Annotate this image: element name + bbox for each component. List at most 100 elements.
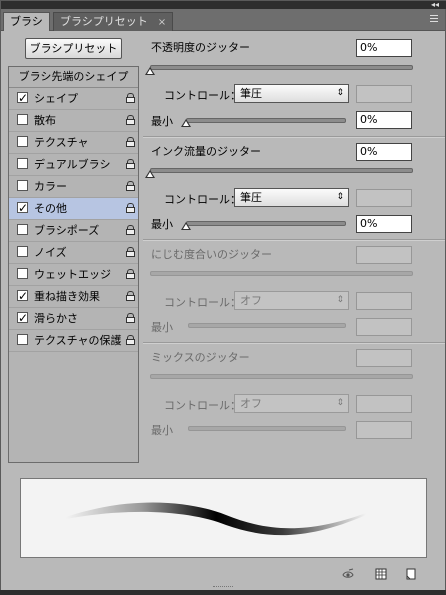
mix-control-label: コントロール： xyxy=(164,399,241,412)
flow-control-select[interactable]: 筆圧 ⇕ xyxy=(234,188,349,207)
list-item[interactable]: ウェットエッジ xyxy=(9,264,138,286)
lock-icon[interactable] xyxy=(126,203,135,214)
list-item[interactable]: ✓ 重ね描き効果 xyxy=(9,286,138,308)
grid-icon[interactable] xyxy=(375,568,387,580)
lock-icon[interactable] xyxy=(126,159,135,170)
wetness-control-value: オフ xyxy=(240,294,262,307)
lock-icon[interactable] xyxy=(126,115,135,126)
list-item[interactable]: ✓ 滑らかさ xyxy=(9,308,138,330)
tab-brush-presets[interactable]: ブラシプリセット × xyxy=(53,12,174,31)
lock-icon[interactable] xyxy=(126,313,135,324)
mix-jitter-slider xyxy=(150,374,413,379)
section-divider xyxy=(143,342,445,344)
list-item[interactable]: テクスチャ xyxy=(9,132,138,154)
list-item[interactable]: テクスチャの保護 xyxy=(9,330,138,352)
checkbox[interactable]: ✓ xyxy=(17,311,28,325)
lock-icon[interactable] xyxy=(126,225,135,236)
lock-icon[interactable] xyxy=(126,291,135,302)
list-item[interactable]: デュアルブラシ xyxy=(9,154,138,176)
lock-icon[interactable] xyxy=(126,137,135,148)
flow-min-slider[interactable] xyxy=(186,221,346,226)
mix-jitter-field xyxy=(356,349,412,367)
opacity-min-slider-thumb[interactable] xyxy=(181,119,191,127)
list-item-label: テクスチャ xyxy=(34,136,89,149)
checkmark-icon: ✓ xyxy=(18,311,29,325)
opacity-jitter-slider[interactable] xyxy=(150,65,413,70)
brush-stroke-image xyxy=(66,502,366,536)
checkbox[interactable]: ✓ xyxy=(17,201,28,215)
panel-menu-icon[interactable] xyxy=(427,13,441,25)
lock-icon[interactable] xyxy=(126,247,135,258)
tab-brush-presets-label: ブラシプリセット xyxy=(60,15,148,28)
wetness-jitter-field xyxy=(356,246,412,264)
status-bar xyxy=(1,565,445,583)
brush-panel: ◂◂ ブラシ ブラシプリセット × ブラシプリセット ブラシ先端のシェイプ ✓ シェ… xyxy=(0,0,446,595)
flow-jitter-slider[interactable] xyxy=(150,168,413,173)
checkbox[interactable] xyxy=(17,136,28,147)
opacity-control-value: 筆圧 xyxy=(240,87,262,100)
brush-eye-icon[interactable] xyxy=(342,568,354,580)
wetness-control-field xyxy=(356,292,412,310)
dropdown-arrow-icon: ⇕ xyxy=(336,192,344,202)
checkmark-icon: ✓ xyxy=(18,201,29,215)
list-item-label: ブラシポーズ xyxy=(34,224,100,237)
flow-min-slider-thumb[interactable] xyxy=(181,222,191,230)
checkbox[interactable] xyxy=(17,114,28,125)
list-item[interactable]: 散布 xyxy=(9,110,138,132)
brush-presets-button[interactable]: ブラシプリセット xyxy=(25,38,122,59)
checkbox[interactable] xyxy=(17,180,28,191)
brush-stroke-preview xyxy=(20,478,427,558)
lock-icon[interactable] xyxy=(126,269,135,280)
flow-min-field[interactable]: 0% xyxy=(356,215,412,233)
flow-jitter-field[interactable]: 0% xyxy=(356,143,412,161)
brush-tip-shape-item[interactable]: ブラシ先端のシェイプ xyxy=(9,67,138,88)
mix-control-field xyxy=(356,395,412,413)
lock-icon[interactable] xyxy=(126,335,135,346)
flow-control-label: コントロール： xyxy=(164,193,241,206)
checkbox[interactable] xyxy=(17,158,28,169)
bottom-strip xyxy=(0,590,446,595)
opacity-control-select[interactable]: 筆圧 ⇕ xyxy=(234,84,349,103)
tab-bar: ブラシ ブラシプリセット × xyxy=(1,9,445,31)
checkmark-icon: ✓ xyxy=(18,289,29,303)
list-item[interactable]: カラー xyxy=(9,176,138,198)
panel-top-strip: ◂◂ xyxy=(1,0,446,9)
list-item[interactable]: ブラシポーズ xyxy=(9,220,138,242)
lock-icon[interactable] xyxy=(126,181,135,192)
checkbox[interactable] xyxy=(17,224,28,235)
opacity-min-slider[interactable] xyxy=(186,118,346,123)
list-item-label: その他 xyxy=(34,202,67,215)
mix-control-select: オフ ⇕ xyxy=(234,394,349,413)
tab-brush[interactable]: ブラシ xyxy=(3,12,50,31)
list-item[interactable]: ノイズ xyxy=(9,242,138,264)
flow-jitter-slider-thumb[interactable] xyxy=(145,170,155,178)
dropdown-arrow-icon: ⇕ xyxy=(336,398,344,408)
mix-min-field xyxy=(356,421,412,439)
dropdown-arrow-icon: ⇕ xyxy=(336,295,344,305)
list-item-label: 散布 xyxy=(34,114,56,127)
mix-jitter-title: ミックスのジッター xyxy=(151,351,250,364)
list-item-label: シェイプ xyxy=(34,92,78,105)
lock-icon[interactable] xyxy=(126,93,135,104)
list-item-label: テクスチャの保護 xyxy=(34,334,122,347)
checkbox[interactable]: ✓ xyxy=(17,289,28,303)
list-item[interactable]: ✓ シェイプ xyxy=(9,88,138,110)
wetness-min-slider xyxy=(188,323,346,328)
mix-min-slider xyxy=(188,426,346,431)
checkbox[interactable] xyxy=(17,334,28,345)
section-divider xyxy=(143,136,445,138)
opacity-jitter-slider-thumb[interactable] xyxy=(145,67,155,75)
list-item-label: 重ね描き効果 xyxy=(34,290,100,303)
new-preset-icon[interactable] xyxy=(405,568,417,580)
checkbox[interactable] xyxy=(17,268,28,279)
wetness-jitter-slider xyxy=(150,271,413,276)
opacity-control-field xyxy=(356,85,412,103)
list-item-label: デュアルブラシ xyxy=(34,158,111,171)
collapse-icon[interactable]: ◂◂ xyxy=(431,0,439,9)
opacity-jitter-field[interactable]: 0% xyxy=(356,39,412,57)
opacity-min-field[interactable]: 0% xyxy=(356,111,412,129)
close-icon[interactable]: × xyxy=(158,17,166,28)
checkbox[interactable] xyxy=(17,246,28,257)
checkbox[interactable]: ✓ xyxy=(17,91,28,105)
list-item[interactable]: ✓ その他 xyxy=(9,198,138,220)
